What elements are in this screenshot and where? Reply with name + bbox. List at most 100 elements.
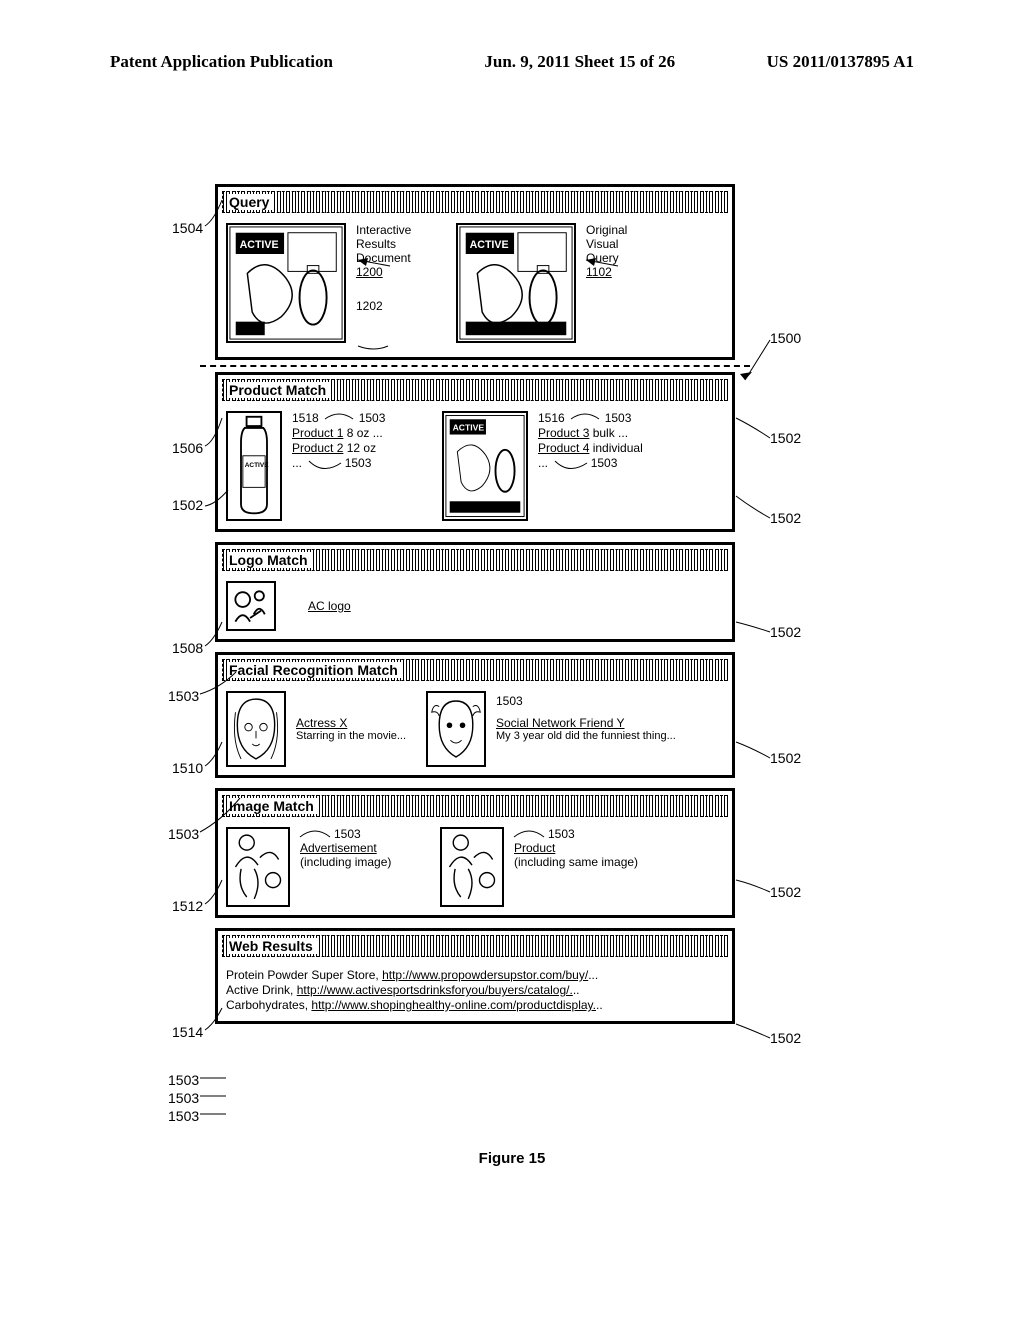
ad-sub: (including image)	[300, 855, 430, 869]
dash-divider	[200, 365, 750, 367]
product-box-thumb[interactable]: ACTIVE	[442, 411, 528, 521]
product3-link[interactable]: Product 3	[538, 426, 589, 440]
section-facial-header: Facial Recognition Match	[222, 659, 728, 681]
ref-1502-r3: 1502	[770, 750, 801, 766]
product-dots2: ...	[538, 456, 548, 470]
facial-title: Facial Recognition Match	[229, 662, 402, 678]
query-left-label2: Results	[356, 237, 446, 251]
actress-face-thumb[interactable]	[226, 691, 286, 767]
productimg-link[interactable]: Product	[514, 841, 724, 855]
web1-ell: ...	[588, 968, 598, 982]
query-right-label1: Original	[586, 223, 724, 237]
ref-1503-p4: 1503	[591, 456, 618, 470]
ref-1503-img1: 1503	[334, 827, 361, 841]
ref-1503-web1: 1503	[168, 1072, 199, 1088]
product1-size: 8 oz ...	[343, 426, 382, 440]
section-image: Image Match 1503 Advertisement (includin…	[215, 788, 735, 918]
ref-1503-img2: 1503	[548, 827, 575, 841]
svg-text:ACTIVE: ACTIVE	[245, 462, 270, 469]
query-right-label2: Visual	[586, 237, 724, 251]
ref-1514: 1514	[172, 1024, 203, 1040]
product2-size: 12 oz	[343, 441, 376, 455]
query-left-label1: Interactive	[356, 223, 446, 237]
ref-1500: 1500	[770, 330, 801, 346]
ref-1503-p1: 1503	[359, 411, 386, 425]
query-right-label3: Query	[586, 251, 724, 265]
section-query: Query ACTIVE Interactive Results Documen…	[215, 184, 735, 360]
web-row-3[interactable]: Carbohydrates, http://www.shopinghealthy…	[226, 998, 724, 1012]
section-web-header: Web Results	[222, 935, 728, 957]
ref-1503-facial-r: 1503	[496, 694, 523, 708]
web2-url[interactable]: http://www.activesportsdrinksforyou/buye…	[297, 983, 573, 997]
query-right-label4[interactable]: 1102	[586, 265, 724, 279]
ref-1504: 1504	[172, 220, 203, 236]
logo-thumb[interactable]	[226, 581, 276, 631]
original-query-thumb[interactable]: ACTIVE	[456, 223, 576, 343]
ad-link[interactable]: Advertisement	[300, 841, 430, 855]
product1-link[interactable]: Product 1	[292, 426, 343, 440]
section-query-header: Query	[222, 191, 728, 213]
figure-15: Query ACTIVE Interactive Results Documen…	[215, 184, 735, 1034]
query-1202-ref: 1202	[356, 299, 446, 313]
header-right: US 2011/0137895 A1	[767, 52, 914, 72]
web3-ell: ..	[596, 998, 603, 1012]
section-product-header: Product Match	[222, 379, 728, 401]
web3-url[interactable]: http://www.shopinghealthy-online.com/pro…	[311, 998, 596, 1012]
page-header: Patent Application Publication Jun. 9, 2…	[0, 52, 1024, 72]
svg-text:ACTIVE: ACTIVE	[453, 423, 485, 433]
web1-text: Protein Powder Super Store,	[226, 968, 382, 982]
actress-sub: Starring in the movie...	[296, 730, 416, 742]
web2-ell: ..	[573, 983, 580, 997]
web1-url[interactable]: http://www.propowdersupstor.com/buy/	[382, 968, 588, 982]
product2-link[interactable]: Product 2	[292, 441, 343, 455]
ref-1502-r4: 1502	[770, 884, 801, 900]
ref-1503-facial: 1503	[168, 826, 199, 842]
web-row-1[interactable]: Protein Powder Super Store, http://www.p…	[226, 968, 724, 982]
section-product: Product Match ACTIVE 1518 1503 Product 1…	[215, 372, 735, 532]
ref-1502-left: 1502	[172, 497, 203, 513]
product4-size: individual	[589, 441, 642, 455]
query-title: Query	[229, 194, 273, 210]
productimg-sub: (including same image)	[514, 855, 724, 869]
product-dots1: ...	[292, 456, 302, 470]
product-bottle-thumb[interactable]: ACTIVE	[226, 411, 282, 521]
header-center: Jun. 9, 2011 Sheet 15 of 26	[333, 52, 767, 72]
web2-text: Active Drink,	[226, 983, 297, 997]
web-row-2[interactable]: Active Drink, http://www.activesportsdri…	[226, 983, 724, 997]
figure-caption: Figure 15	[0, 1150, 1024, 1167]
logo-link[interactable]: AC logo	[308, 599, 351, 613]
ref-1503-web3: 1503	[168, 1108, 199, 1124]
section-facial: Facial Recognition Match Actress X Starr…	[215, 652, 735, 778]
ref-1502-r2: 1502	[770, 624, 801, 640]
svg-text:ACTIVE: ACTIVE	[240, 239, 279, 251]
ref-1506: 1506	[172, 440, 203, 456]
ref-1502-r1b: 1502	[770, 510, 801, 526]
ref-1503-logo: 1503	[168, 688, 199, 704]
interactive-results-thumb[interactable]: ACTIVE	[226, 223, 346, 343]
friend-link[interactable]: Social Network Friend Y	[496, 716, 724, 730]
friend-face-thumb[interactable]	[426, 691, 486, 767]
header-left: Patent Application Publication	[110, 52, 333, 72]
ref-1510: 1510	[172, 760, 203, 776]
product3-size: bulk ...	[589, 426, 628, 440]
product4-link[interactable]: Product 4	[538, 441, 589, 455]
friend-sub: My 3 year old did the funniest thing...	[496, 730, 724, 742]
section-logo: Logo Match AC logo	[215, 542, 735, 642]
query-left-label3: Document	[356, 251, 446, 265]
section-image-header: Image Match	[222, 795, 728, 817]
ref-1518: 1518	[292, 411, 319, 425]
ref-1516: 1516	[538, 411, 565, 425]
section-logo-header: Logo Match	[222, 549, 728, 571]
ref-1503-p2: 1503	[345, 456, 372, 470]
section-web: Web Results Protein Powder Super Store, …	[215, 928, 735, 1024]
ref-1508: 1508	[172, 640, 203, 656]
image-product-thumb[interactable]	[440, 827, 504, 907]
logo-title: Logo Match	[229, 552, 312, 568]
ref-1502-r5: 1502	[770, 1030, 801, 1046]
web-title: Web Results	[229, 938, 317, 954]
web3-text: Carbohydrates,	[226, 998, 311, 1012]
image-ad-thumb[interactable]	[226, 827, 290, 907]
ref-1512: 1512	[172, 898, 203, 914]
query-left-label4[interactable]: 1200	[356, 265, 446, 279]
actress-link[interactable]: Actress X	[296, 716, 416, 730]
